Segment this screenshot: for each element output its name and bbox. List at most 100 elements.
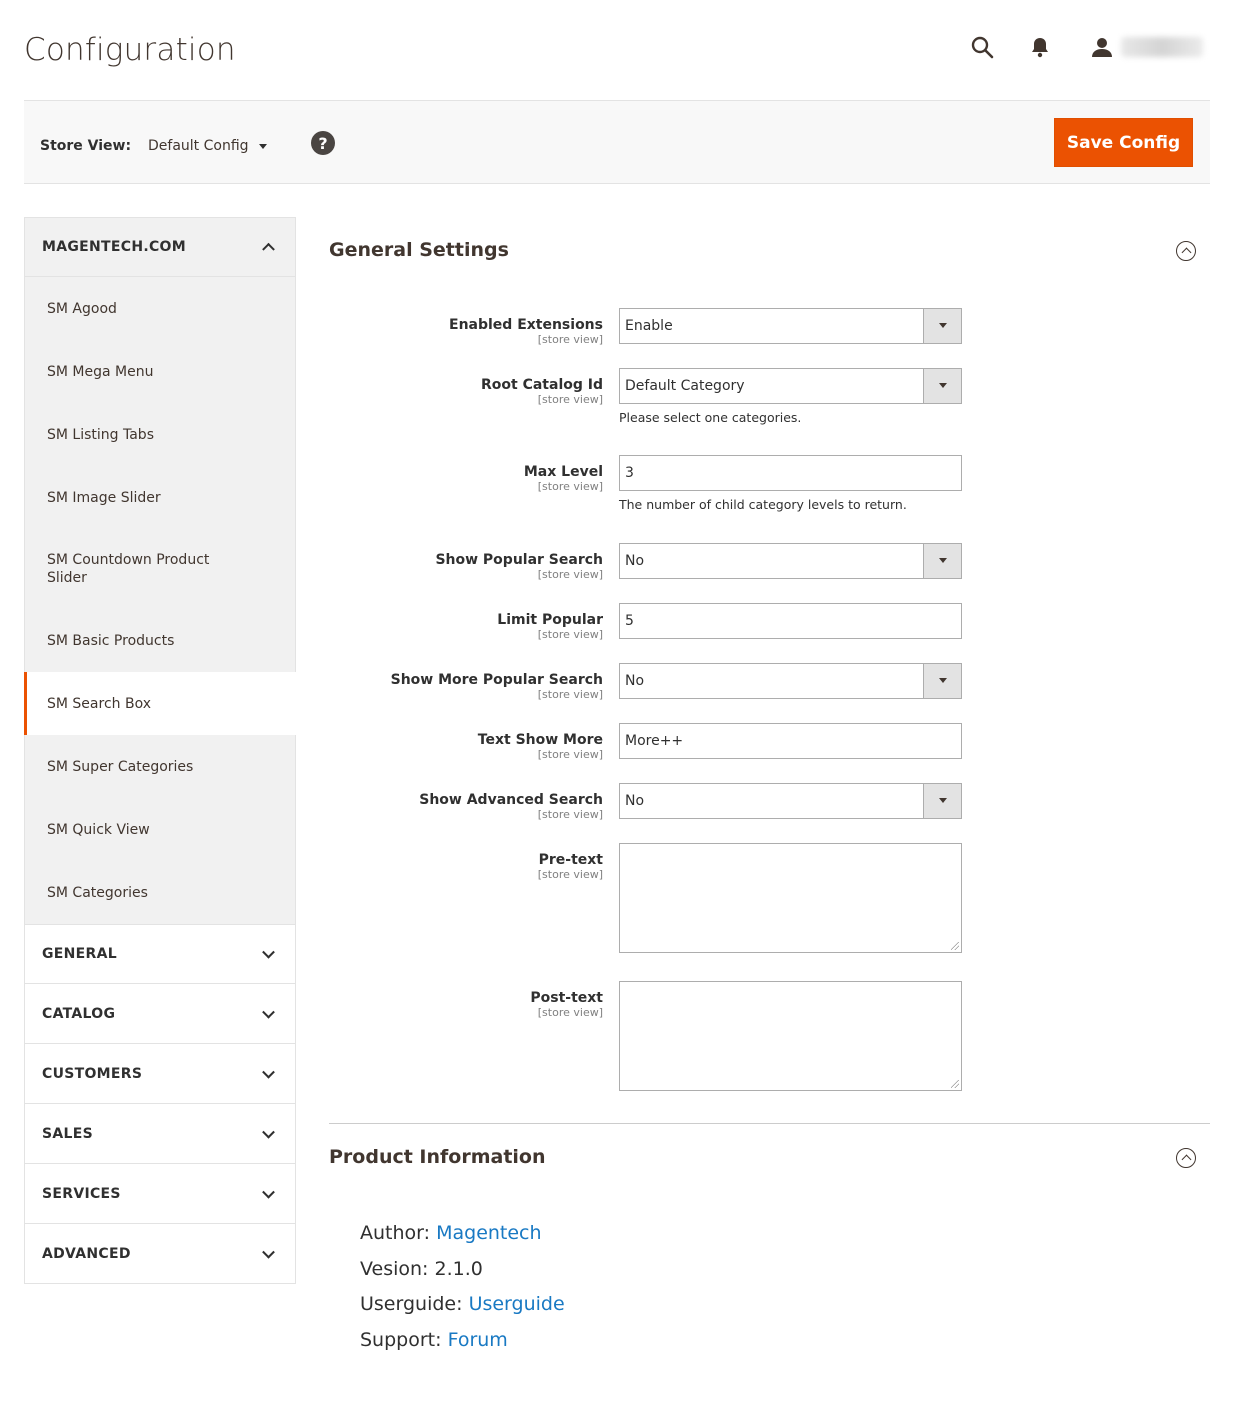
field-label: Max Level: [523, 464, 603, 480]
store-view-switcher[interactable]: Default Config: [148, 138, 267, 154]
sidebar-item-sm-categories[interactable]: SM Categories: [25, 861, 295, 924]
field-label-group: Root Catalog Id [store view]: [303, 377, 603, 407]
dropdown-arrow-icon: [923, 309, 961, 343]
sidebar-item-sm-listing-tabs[interactable]: SM Listing Tabs: [25, 403, 295, 466]
store-view-label: Store View:: [40, 138, 132, 154]
field-label: Post-text: [530, 990, 603, 1006]
sidebar-item-label: SM Mega Menu: [47, 363, 154, 380]
dropdown-arrow-icon: [923, 664, 961, 698]
field-label: Show More Popular Search: [390, 672, 603, 688]
forum-link[interactable]: Forum: [448, 1329, 508, 1351]
user-menu[interactable]: [1089, 34, 1203, 60]
scope-label: [store view]: [537, 688, 603, 701]
product-info-block: Author: Magentech Vesion: 2.1.0 Userguid…: [329, 1190, 1210, 1358]
control-wrap: Default Category Please select one categ…: [619, 368, 962, 425]
field-note: Please select one categories.: [619, 410, 802, 425]
caret-down-icon: [258, 143, 267, 149]
field-label-group: Show More Popular Search [store view]: [303, 672, 603, 702]
scope-label: [store view]: [537, 480, 603, 493]
limit-popular-input[interactable]: 5: [619, 603, 962, 639]
sidebar-item-label: SM Countdown Product Slider: [47, 552, 210, 586]
page-title: Configuration: [24, 32, 236, 68]
show-more-popular-search-select[interactable]: No: [619, 663, 962, 699]
chevron-down-icon: [262, 1005, 275, 1019]
save-config-button[interactable]: Save Config: [1054, 118, 1193, 167]
sidebar-item-sm-quick-view[interactable]: SM Quick View: [25, 798, 295, 861]
collapse-circle-icon[interactable]: [1176, 241, 1196, 261]
info-label: Support:: [360, 1328, 442, 1351]
help-icon[interactable]: ?: [311, 131, 335, 155]
tab-services[interactable]: SERVICES: [24, 1164, 296, 1224]
tab-sales[interactable]: SALES: [24, 1104, 296, 1164]
sidebar-item-sm-search-box[interactable]: SM Search Box: [24, 672, 296, 735]
text-show-more-input[interactable]: More++: [619, 723, 962, 759]
field-label: Text Show More: [477, 732, 603, 748]
control-wrap: No: [619, 783, 962, 819]
field-label: Show Popular Search: [435, 552, 603, 568]
control-wrap: More++: [619, 723, 962, 759]
magentech-items: SM Agood SM Mega Menu SM Listing Tabs SM…: [24, 277, 296, 924]
tab-general-label: GENERAL: [42, 946, 117, 962]
show-advanced-search-select[interactable]: No: [619, 783, 962, 819]
collapse-circle-icon[interactable]: [1176, 1148, 1196, 1168]
scope-label: [store view]: [537, 808, 603, 821]
sidebar-item-sm-countdown-product-slider[interactable]: SM Countdown Product Slider: [25, 529, 295, 609]
tab-catalog-label: CATALOG: [42, 1005, 116, 1022]
field-label-group: Pre-text [store view]: [303, 852, 603, 882]
scope-label: [store view]: [537, 628, 603, 641]
control-wrap: [619, 981, 962, 1091]
max-level-input[interactable]: 3: [619, 455, 962, 491]
control-wrap: Enable: [619, 308, 962, 344]
scope-label: [store view]: [537, 568, 603, 581]
dropdown-arrow-icon: [923, 369, 961, 403]
root-catalog-id-select[interactable]: Default Category: [619, 368, 962, 404]
info-label: Userguide:: [360, 1293, 463, 1315]
tab-magentech-label: MAGENTECH.COM: [42, 239, 186, 255]
field-label: Limit Popular: [497, 612, 603, 628]
userguide-link[interactable]: Userguide: [469, 1293, 565, 1315]
config-content: General Settings Enabled Extensions [sto…: [329, 217, 1210, 1358]
tab-magentech[interactable]: MAGENTECH.COM: [24, 217, 296, 277]
control-wrap: [619, 843, 962, 953]
tab-general[interactable]: GENERAL: [24, 924, 296, 984]
pre-text-textarea[interactable]: [619, 843, 962, 953]
chevron-down-icon: [262, 945, 275, 959]
tab-catalog[interactable]: CATALOG: [24, 984, 296, 1044]
scope-label: [store view]: [537, 393, 603, 406]
sidebar-item-sm-agood[interactable]: SM Agood: [25, 277, 295, 340]
post-text-textarea[interactable]: [619, 981, 962, 1091]
user-icon: [1089, 34, 1115, 60]
tab-advanced[interactable]: ADVANCED: [24, 1224, 296, 1284]
chevron-down-icon: [262, 1245, 275, 1259]
field-label-group: Enabled Extensions [store view]: [303, 317, 603, 347]
sidebar-item-label: SM Search Box: [47, 695, 151, 712]
bell-icon[interactable]: [1027, 34, 1053, 60]
field-label-group: Text Show More [store view]: [303, 732, 603, 762]
sidebar-item-sm-image-slider[interactable]: SM Image Slider: [25, 466, 295, 529]
sidebar-item-sm-mega-menu[interactable]: SM Mega Menu: [25, 340, 295, 403]
sidebar-item-label: SM Quick View: [47, 821, 150, 838]
sidebar-item-sm-super-categories[interactable]: SM Super Categories: [25, 735, 295, 798]
field-label: Show Advanced Search: [419, 792, 603, 808]
sidebar-item-label: SM Image Slider: [47, 489, 161, 506]
info-label: Author:: [360, 1222, 431, 1244]
author-link[interactable]: Magentech: [436, 1222, 541, 1244]
section-general-settings[interactable]: General Settings: [329, 217, 1210, 283]
field-label: Enabled Extensions: [449, 317, 603, 333]
sidebar-item-label: SM Categories: [47, 884, 148, 901]
enabled-extensions-select[interactable]: Enable: [619, 308, 962, 344]
field-label: Root Catalog Id: [481, 377, 603, 393]
show-popular-search-select[interactable]: No: [619, 543, 962, 579]
scope-label: [store view]: [537, 868, 603, 881]
scope-label: [store view]: [537, 1006, 603, 1019]
search-icon[interactable]: [969, 34, 995, 60]
info-author: Author: Magentech: [360, 1216, 1210, 1252]
dropdown-arrow-icon: [923, 784, 961, 818]
tab-customers[interactable]: CUSTOMERS: [24, 1044, 296, 1104]
info-userguide: Userguide: Userguide: [360, 1287, 1210, 1323]
section-product-information[interactable]: Product Information: [329, 1124, 1210, 1190]
section-title: Product Information: [329, 1146, 546, 1168]
control-wrap: 5: [619, 603, 962, 639]
header-actions: [969, 34, 1203, 60]
sidebar-item-sm-basic-products[interactable]: SM Basic Products: [25, 609, 295, 672]
